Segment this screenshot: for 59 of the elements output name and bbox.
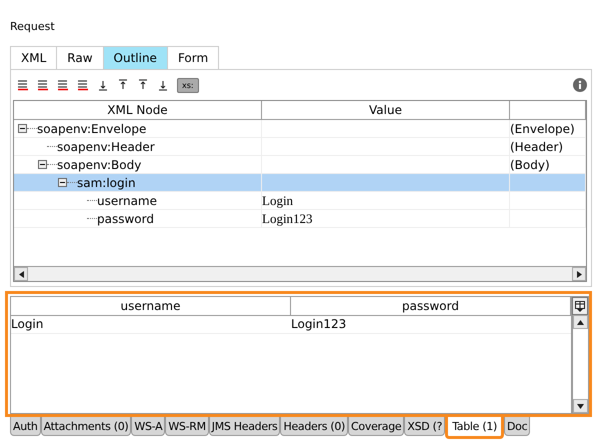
node-name: sam:login (77, 176, 136, 190)
table-cell: Login123 (291, 317, 346, 331)
bottom-tab[interactable]: XSD (? (404, 417, 446, 436)
tree-row[interactable]: password Login123 (14, 210, 586, 228)
down-arrow-icon (577, 404, 584, 408)
editor-tab[interactable]: Outline (102, 46, 168, 69)
section-title: Request (10, 20, 55, 35)
column-menu-button[interactable] (572, 297, 588, 315)
blank-column-header[interactable] (510, 101, 586, 120)
align-lines-icon[interactable] (77, 79, 89, 91)
collapse-icon[interactable] (38, 160, 47, 169)
node-value: Login123 (262, 210, 313, 226)
node-name: soapenv:Envelope (37, 122, 146, 136)
collapse-icon[interactable] (18, 124, 27, 133)
node-name: soapenv:Body (57, 158, 142, 172)
align-lines-icon[interactable] (37, 79, 49, 91)
scroll-left-button[interactable] (14, 267, 28, 281)
right-arrow-icon (576, 270, 582, 278)
scroll-right-button[interactable] (572, 267, 586, 281)
bottom-tab[interactable]: Table (1) (445, 417, 504, 439)
node-type: (Header) (510, 140, 564, 154)
align-lines-icon[interactable] (17, 79, 29, 91)
column-header[interactable]: password (291, 297, 571, 315)
arrow-up-icon[interactable] (117, 79, 129, 91)
collapse-icon[interactable] (58, 178, 67, 187)
tree-row[interactable]: username Login (14, 192, 586, 210)
editor-tab[interactable]: Form (166, 46, 220, 69)
column-header[interactable]: Value (262, 101, 510, 120)
node-value: Login (262, 192, 294, 208)
node-name: soapenv:Header (57, 140, 155, 154)
bottom-tab[interactable]: WS-RM (165, 417, 209, 436)
left-arrow-icon (18, 270, 24, 278)
node-type: (Envelope) (510, 122, 575, 136)
column-header[interactable]: username (11, 297, 291, 315)
tree-row[interactable]: soapenv:Header (Header) (14, 138, 586, 156)
bottom-tab[interactable]: WS-A (131, 417, 166, 436)
bottom-tab[interactable]: Headers (0) (280, 417, 348, 436)
align-lines-icon[interactable] (57, 79, 69, 91)
scroll-down-button[interactable] (573, 399, 588, 413)
node-name: username (97, 194, 157, 208)
arrow-up-icon[interactable] (137, 79, 149, 91)
node-type: (Body) (510, 158, 550, 172)
bottom-tab[interactable]: JMS Headers (208, 417, 280, 436)
scroll-up-button[interactable] (573, 315, 588, 329)
column-header[interactable]: XML Node (14, 101, 262, 120)
tree-row[interactable]: sam:login (14, 174, 586, 192)
tree-row[interactable]: soapenv:Envelope (Envelope) (14, 120, 586, 138)
bottom-tab[interactable]: Attachments (0) (40, 417, 132, 436)
bottom-tab[interactable]: Doc (504, 417, 530, 436)
node-name: password (97, 212, 154, 226)
bottom-tab[interactable]: Auth (10, 417, 41, 436)
table-cell: Login (11, 317, 44, 331)
info-icon[interactable] (573, 78, 587, 92)
editor-tab[interactable]: XML (10, 46, 58, 69)
up-arrow-icon (577, 320, 584, 324)
bottom-tab[interactable]: Coverage (348, 417, 404, 436)
arrow-down-icon[interactable] (97, 79, 109, 91)
xsi-button[interactable]: xs: (177, 78, 199, 92)
arrow-down-icon[interactable] (157, 79, 169, 91)
